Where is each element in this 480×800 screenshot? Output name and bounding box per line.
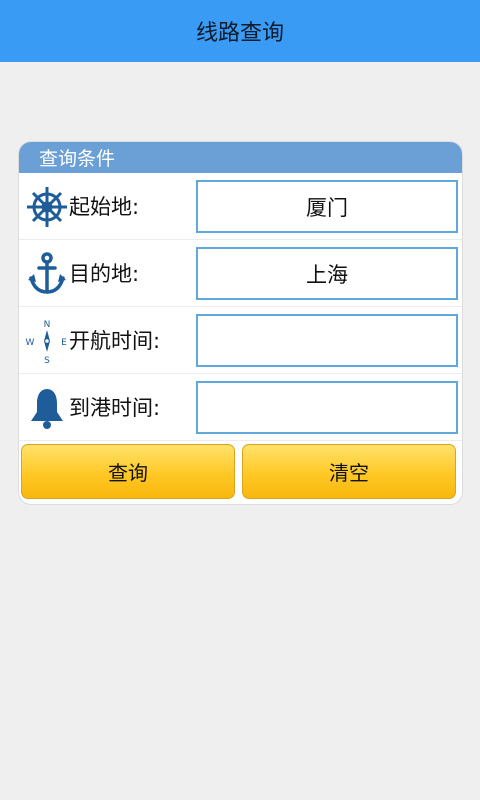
page-title: 线路查询 [195, 21, 284, 46]
departure-time-field[interactable] [196, 314, 458, 367]
clear-button[interactable]: 清空 [242, 444, 456, 499]
query-button[interactable]: 查询 [21, 444, 235, 499]
origin-field[interactable]: 厦门 [196, 180, 458, 233]
svg-text:E: E [61, 338, 67, 348]
arrival-time-field[interactable] [196, 381, 458, 434]
destination-field[interactable]: 上海 [196, 247, 458, 300]
ship-wheel-icon [25, 185, 69, 229]
panel-header: 查询条件 [19, 142, 462, 173]
compass-icon: N S W E [25, 319, 69, 364]
origin-label: 起始地: [69, 195, 140, 219]
departure-time-label: 开航时间: [69, 329, 161, 353]
departure-time-row: N S W E 开航时间: [19, 307, 462, 374]
anchor-icon [25, 252, 69, 296]
panel-header-label: 查询条件 [39, 148, 116, 170]
svg-text:N: N [44, 320, 51, 330]
query-panel: 查询条件 起始地: 厦门 目的地: 上海 N S W E 开航时间: 到港时间:… [19, 142, 462, 504]
arrival-time-label: 到港时间: [69, 396, 161, 420]
origin-row: 起始地: 厦门 [19, 173, 462, 240]
bell-icon [25, 386, 69, 430]
destination-row: 目的地: 上海 [19, 240, 462, 307]
svg-text:S: S [44, 356, 50, 364]
arrival-time-row: 到港时间: [19, 374, 462, 441]
svg-text:W: W [26, 338, 35, 348]
title-bar: 线路查询 [0, 0, 480, 62]
destination-label: 目的地: [69, 262, 140, 286]
